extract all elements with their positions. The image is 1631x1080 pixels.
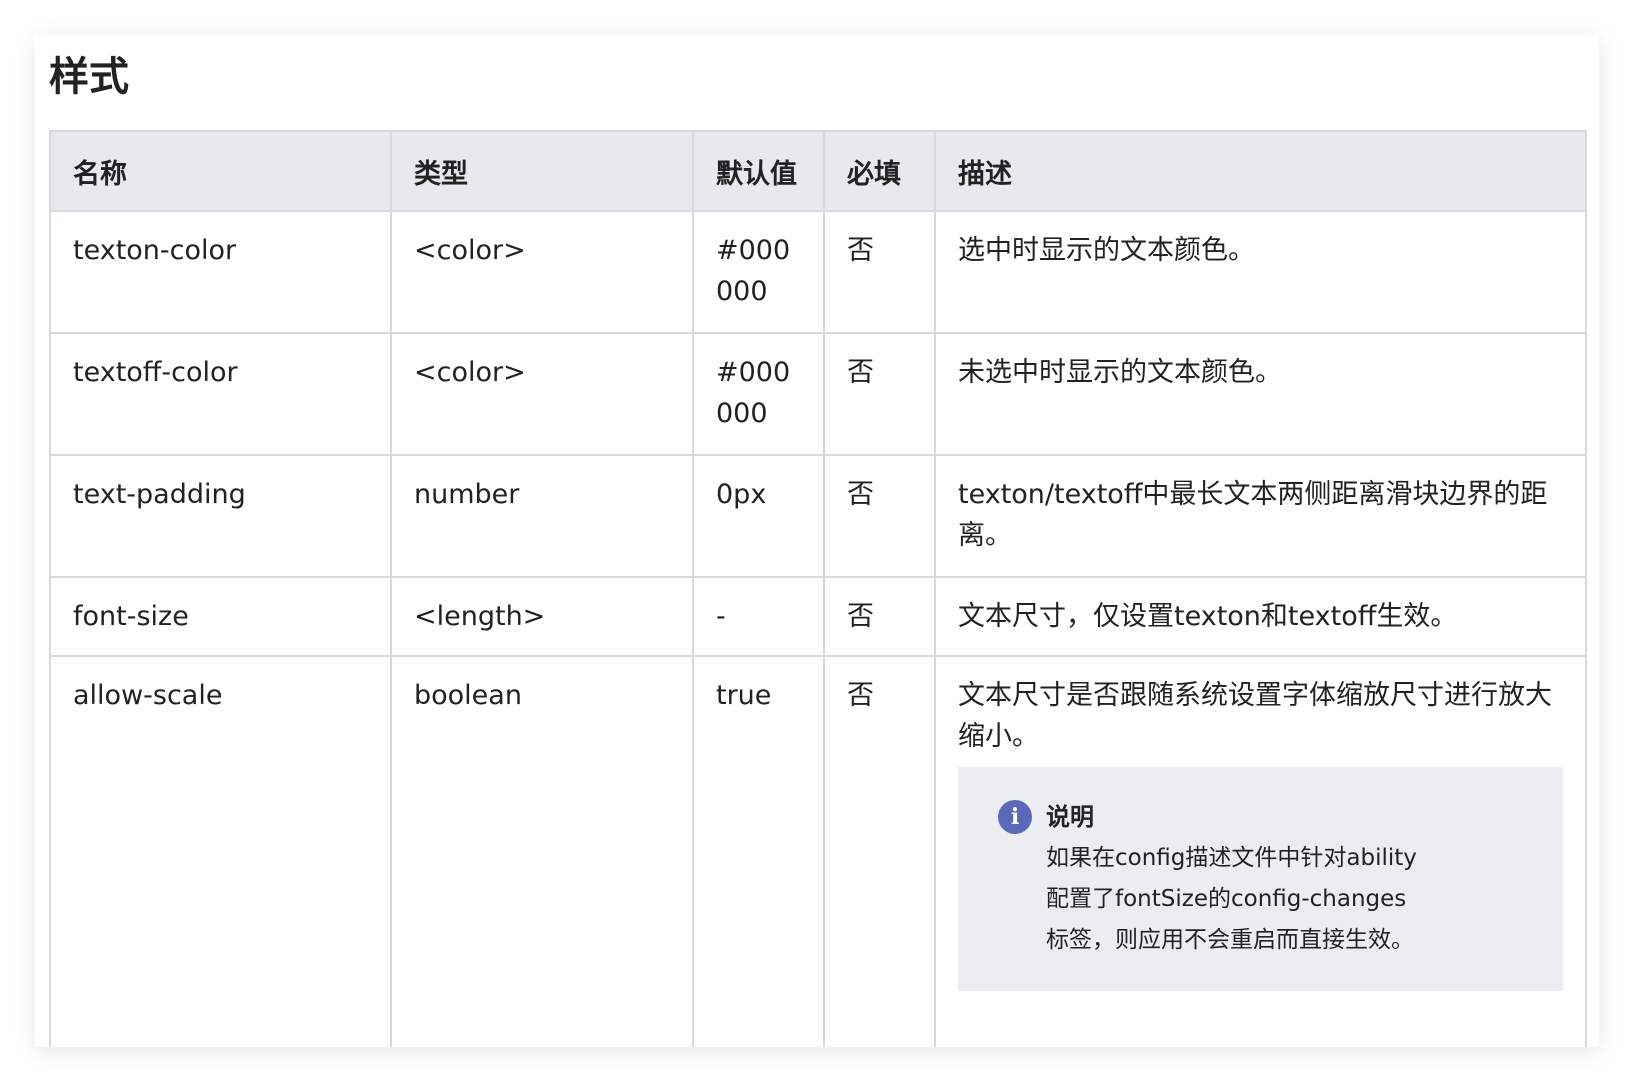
- cell-default: true: [692, 655, 825, 1047]
- cell-description: 未选中时显示的文本颜色。: [934, 332, 1587, 456]
- cell-default-text: #000000: [716, 357, 791, 429]
- section-title: 样式: [49, 54, 129, 100]
- table-row: texton-color <color> #000000 否 选中时显示的文本颜…: [49, 210, 1587, 334]
- table-row: font-size <length> - 否 文本尺寸，仅设置texton和te…: [49, 576, 1587, 657]
- description-text: 文本尺寸是否跟随系统设置字体缩放尺寸进行放大缩小。: [958, 680, 1552, 752]
- header-required: 必填: [823, 130, 936, 212]
- cell-required: 否: [823, 655, 936, 1047]
- cell-default: -: [692, 576, 825, 657]
- cell-type: <color>: [390, 332, 694, 456]
- cell-required: 否: [823, 332, 936, 456]
- style-table: 名称 类型 默认值 必填 描述 texton-color <color> #00…: [49, 130, 1587, 1047]
- note-text: 如果在config描述文件中针对ability配置了fontSize的confi…: [1046, 845, 1417, 953]
- cell-description: 文本尺寸是否跟随系统设置字体缩放尺寸进行放大缩小。 i 说明 如果在config…: [934, 655, 1587, 1047]
- table-row: allow-scale boolean true 否 文本尺寸是否跟随系统设置字…: [49, 655, 1587, 1047]
- cell-type: number: [390, 454, 694, 578]
- cell-type: <color>: [390, 210, 694, 334]
- cell-name: texton-color: [49, 210, 392, 334]
- note-title: 说明: [1046, 803, 1094, 831]
- cell-description: 文本尺寸，仅设置texton和textoff生效。: [934, 576, 1587, 657]
- cell-required: 否: [823, 576, 936, 657]
- header-type: 类型: [390, 130, 694, 212]
- cell-description: 选中时显示的文本颜色。: [934, 210, 1587, 334]
- cell-required: 否: [823, 454, 936, 578]
- note-body: 说明 如果在config描述文件中针对ability配置了fontSize的co…: [1046, 797, 1426, 961]
- cell-required: 否: [823, 210, 936, 334]
- cell-default: #000000: [692, 210, 825, 334]
- table-header-row: 名称 类型 默认值 必填 描述: [49, 130, 1587, 212]
- cell-name: text-padding: [49, 454, 392, 578]
- info-icon: i: [998, 800, 1032, 834]
- cell-type: <length>: [390, 576, 694, 657]
- table-row: textoff-color <color> #000000 否 未选中时显示的文…: [49, 332, 1587, 456]
- cell-description: texton/textoff中最长文本两侧距离滑块边界的距离。: [934, 454, 1587, 578]
- header-description: 描述: [934, 130, 1587, 212]
- content-card: 样式 名称 类型 默认值 必填 描述 texton-color <color> …: [35, 35, 1599, 1047]
- cell-default: 0px: [692, 454, 825, 578]
- cell-default-text: #000000: [716, 235, 791, 307]
- header-name: 名称: [49, 130, 392, 212]
- cell-default: #000000: [692, 332, 825, 456]
- cell-name: font-size: [49, 576, 392, 657]
- cell-name: textoff-color: [49, 332, 392, 456]
- header-default: 默认值: [692, 130, 825, 212]
- table-row: text-padding number 0px 否 texton/textoff…: [49, 454, 1587, 578]
- cell-type: boolean: [390, 655, 694, 1047]
- cell-name: allow-scale: [49, 655, 392, 1047]
- note-box: i 说明 如果在config描述文件中针对ability配置了fontSize的…: [958, 767, 1563, 991]
- style-table-wrapper: 名称 类型 默认值 必填 描述 texton-color <color> #00…: [49, 130, 1587, 1047]
